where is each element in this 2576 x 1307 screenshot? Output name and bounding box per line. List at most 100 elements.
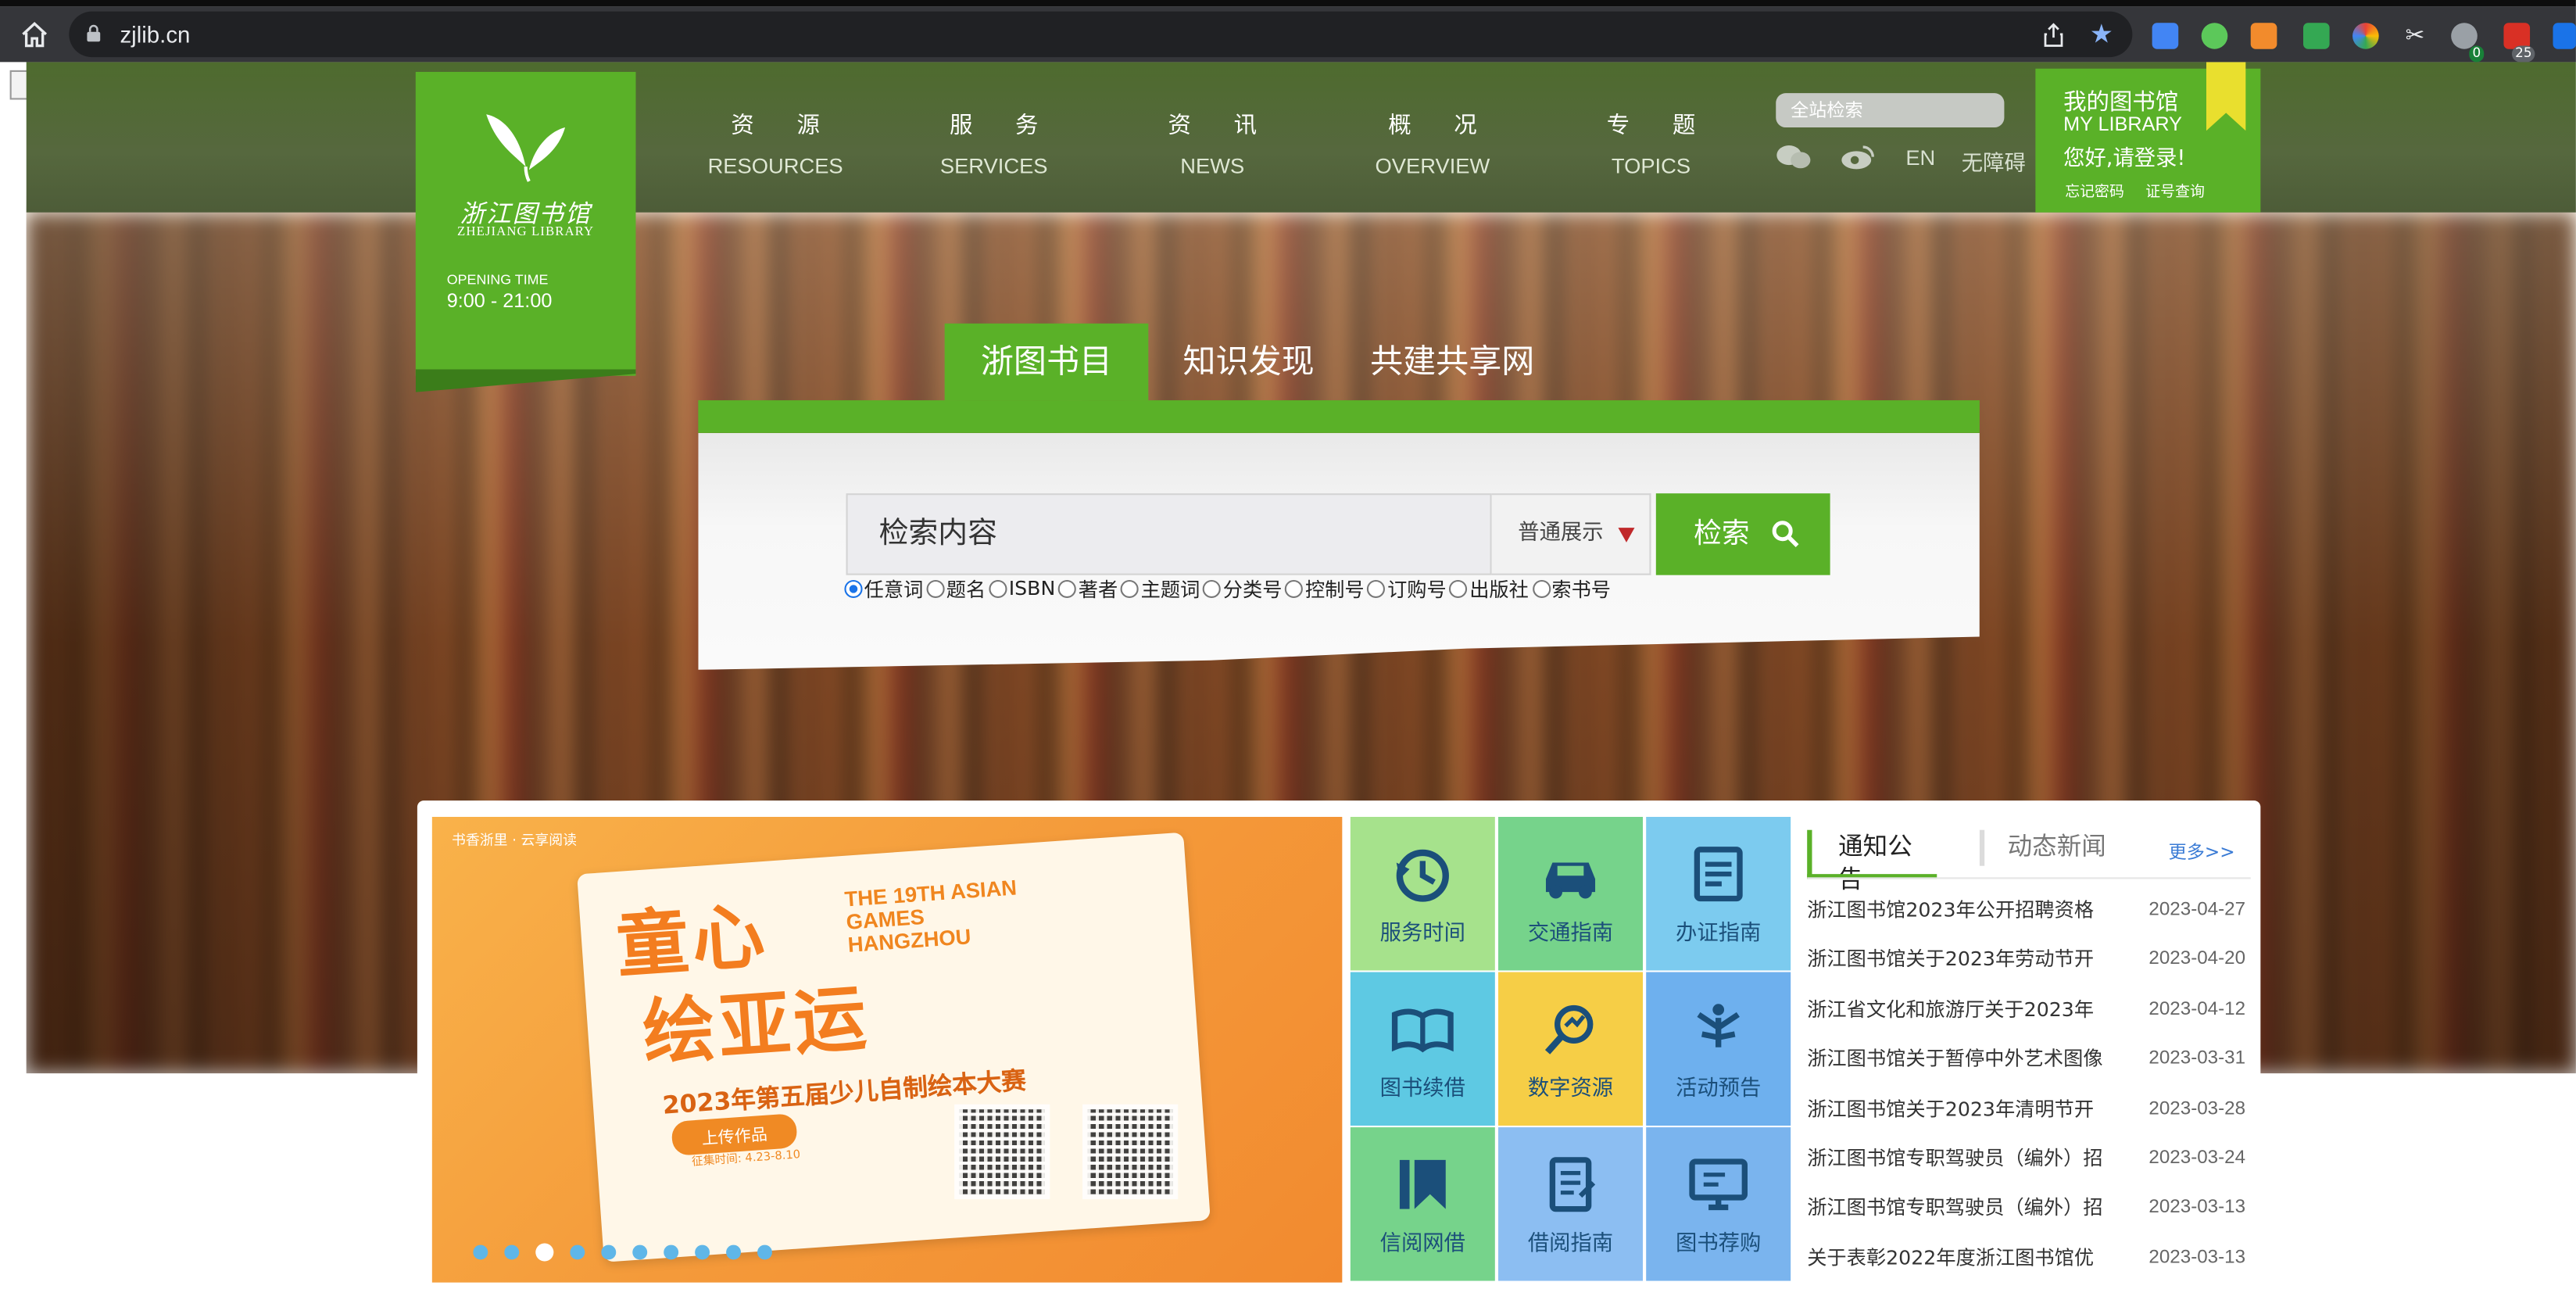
extension-shield-icon[interactable] [2303,23,2330,49]
tab-knowledge-discovery[interactable]: 知识发现 [1163,324,1334,400]
service-tile[interactable]: 信阅网借 [1350,1127,1495,1281]
carousel-dot[interactable] [757,1244,772,1260]
radio-class-number[interactable]: 分类号 [1203,575,1283,603]
news-item[interactable]: 关于表彰2022年度浙江图书馆优 2023-03-13 [1807,1241,2251,1274]
carousel-dot[interactable] [664,1244,679,1260]
nav-services[interactable]: 服务 SERVICES [903,108,1084,178]
news-title[interactable]: 浙江图书馆关于2023年劳动节开 [1807,944,2129,976]
radio-call-number[interactable]: 索书号 [1532,575,1611,603]
tab-notices[interactable]: 通知公告 [1807,829,1937,893]
radio-dot[interactable] [1121,578,1140,597]
carousel-dot[interactable] [535,1243,554,1262]
news-item[interactable]: 浙江图书馆2023年公开招聘资格 2023-04-27 [1807,893,2251,926]
radio-author[interactable]: 著者 [1058,575,1118,603]
search-button[interactable]: 检索 [1655,493,1830,575]
leaf-logo-icon [486,114,566,182]
news-title[interactable]: 浙江图书馆专职驾驶员（编外）招 [1807,1142,2129,1175]
radio-dot[interactable] [926,578,945,597]
card-lookup-link[interactable]: 证号查询 [2145,180,2205,201]
extension-camera-icon[interactable] [2152,23,2179,49]
search-input[interactable]: 检索内容 [846,493,1492,575]
extension-blue-icon[interactable] [2553,23,2576,49]
news-title[interactable]: 关于表彰2022年度浙江图书馆优 [1807,1241,2129,1274]
nav-topics[interactable]: 专题 TOPICS [1561,108,1741,178]
tab-shared-network[interactable]: 共建共享网 [1354,324,1551,400]
news-item[interactable]: 浙江图书馆专职驾驶员（编外）招 2023-03-13 [1807,1191,2251,1224]
radio-dot[interactable] [1058,578,1077,597]
nav-overview[interactable]: 概况 OVERVIEW [1342,108,1522,178]
service-tile[interactable]: 借阅指南 [1498,1127,1643,1281]
radio-any-word[interactable]: 任意词 [844,575,923,603]
url-text[interactable]: zjlib.cn [120,21,190,47]
service-tile-label: 图书续借 [1379,1076,1465,1101]
news-date: 2023-04-27 [2148,900,2246,920]
radio-dot[interactable] [1203,578,1222,597]
radio-dot[interactable] [1532,578,1551,597]
carousel-dot[interactable] [473,1244,488,1260]
carousel-dot[interactable] [504,1244,520,1260]
radio-dot[interactable] [989,578,1007,597]
radio-dot[interactable] [844,578,863,597]
radio-isbn[interactable]: ISBN [989,577,1055,600]
weibo-icon[interactable] [1840,144,1876,170]
opening-time-label: OPENING TIME [446,270,549,288]
news-title[interactable]: 浙江省文化和旅游厅关于2023年 [1807,993,2129,1026]
news-date: 2023-03-28 [2148,1098,2246,1119]
tab-news[interactable]: 动态新闻 [1979,829,2106,866]
extension-scissors-icon[interactable]: ✂ [2402,23,2428,48]
nav-news[interactable]: 资讯 NEWS [1122,108,1303,178]
carousel-dot[interactable] [695,1244,710,1260]
service-tile[interactable]: 图书续借 [1350,972,1495,1126]
news-item[interactable]: 浙江图书馆关于2023年劳动节开 2023-04-20 [1807,944,2251,976]
home-icon[interactable] [20,21,49,48]
news-title[interactable]: 浙江图书馆关于暂停中外艺术图像 [1807,1043,2129,1076]
login-greeting[interactable]: 您好,请登录! [2063,141,2185,171]
library-logo[interactable]: 浙江图书馆 ZHEJIANG LIBRARY OPENING TIME 9:00… [415,71,636,392]
tab-catalog[interactable]: 浙图书目 [944,323,1149,401]
nav-label-en: TOPICS [1611,153,1691,178]
extension-color-icon[interactable] [2352,23,2379,49]
carousel-dot[interactable] [632,1244,648,1260]
more-link[interactable]: 更多>> [2169,838,2235,864]
radio-title[interactable]: 题名 [926,575,986,603]
carousel-dot[interactable] [601,1244,617,1260]
news-item[interactable]: 浙江图书馆专职驾驶员（编外）招 2023-03-24 [1807,1142,2251,1175]
carousel-dot[interactable] [570,1244,585,1260]
radio-publisher[interactable]: 出版社 [1449,575,1529,603]
extension-trash-icon[interactable] [2250,23,2277,49]
wechat-icon[interactable] [1776,144,1812,170]
site-search-input[interactable]: 全站检索 [1776,93,2005,128]
radio-dot[interactable] [1285,578,1304,597]
share-icon[interactable] [2042,23,2065,47]
news-item[interactable]: 浙江图书馆关于2023年清明节开 2023-03-28 [1807,1092,2251,1125]
radio-control-number[interactable]: 控制号 [1285,575,1365,603]
nav-resources[interactable]: 资源 RESOURCES [685,108,866,178]
bookmark-star-icon[interactable]: ★ [2090,20,2113,47]
news-title[interactable]: 浙江图书馆关于2023年清明节开 [1807,1092,2129,1125]
address-bar[interactable] [69,11,2133,58]
radio-subject[interactable]: 主题词 [1121,575,1200,603]
display-mode-select[interactable]: 普通展示 [1491,493,1651,575]
radio-dot[interactable] [1449,578,1469,597]
service-tile[interactable]: 交通指南 [1498,817,1643,971]
service-tile[interactable]: 办证指南 [1646,817,1791,971]
carousel-dot[interactable] [726,1244,742,1260]
accessibility-link[interactable]: 无障碍 [1962,145,2026,176]
service-tile[interactable]: 活动预告 [1646,972,1791,1126]
service-tile[interactable]: 图书荐购 [1646,1127,1791,1281]
promo-banner[interactable]: 书香浙里 · 云享阅读 童心 绘亚运 THE 19TH ASIAN GAMES … [431,817,1343,1283]
news-title[interactable]: 浙江图书馆专职驾驶员（编外）招 [1807,1191,2129,1224]
service-tile[interactable]: 服务时间 [1350,817,1495,971]
extension-green-icon[interactable] [2201,23,2228,49]
service-tile-label: 活动预告 [1676,1076,1762,1101]
radio-dot[interactable] [1367,578,1386,597]
banner-event-en: THE 19TH ASIAN GAMES HANGZHOU [843,875,1018,958]
news-title[interactable]: 浙江图书馆2023年公开招聘资格 [1807,893,2129,926]
forgot-password-link[interactable]: 忘记密码 [2065,180,2124,201]
news-item[interactable]: 浙江省文化和旅游厅关于2023年 2023-04-12 [1807,993,2251,1026]
news-item[interactable]: 浙江图书馆关于暂停中外艺术图像 2023-03-31 [1807,1043,2251,1076]
radio-order-number[interactable]: 订购号 [1367,575,1447,603]
lock-icon[interactable] [85,24,102,42]
service-tile[interactable]: 数字资源 [1498,972,1643,1126]
language-switch[interactable]: EN [1905,145,1935,170]
